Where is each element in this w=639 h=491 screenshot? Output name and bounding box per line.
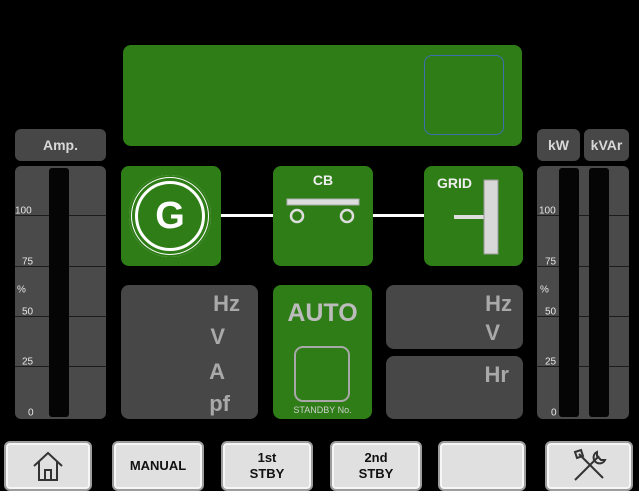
amp-tick-0: 0 [28,407,34,419]
circuit-breaker-box[interactable]: CB [273,166,373,266]
standby-number-display [294,346,350,402]
generator-symbol: G [135,181,205,251]
tools-button[interactable] [545,441,633,491]
amp-percent: % [17,284,26,296]
power-tick-50: 50 [545,306,557,318]
first-standby-line1: 1st [257,450,277,465]
second-standby-line2: STBY [358,466,394,481]
mode-label: AUTO [287,298,358,327]
hours-unit: Hr [484,362,509,387]
power-tick-100: 100 [539,205,556,217]
grid-box[interactable]: GRID [424,166,523,266]
hours-panel: Hr [386,356,523,419]
amp-header: Amp. [15,129,106,161]
grid-v-unit: V [485,320,500,345]
blank-button[interactable] [438,441,526,491]
power-tick-0: 0 [551,407,557,419]
kvar-bar [589,168,609,417]
gen-pf-unit: pf [209,391,230,416]
first-standby-button[interactable]: 1st STBY [221,441,313,491]
amp-tick-25: 25 [22,356,34,368]
grid-hz-unit: Hz [485,291,512,316]
breaker-icon [286,198,360,224]
grid-readings-panel: Hz V [386,285,523,349]
cb-label: CB [312,172,334,188]
mode-panel[interactable]: AUTO STANDBY No. [273,285,372,419]
gen-a-unit: A [209,359,225,384]
amp-tick-50: 50 [22,306,34,318]
generator-readings-panel: Hz V A pf [121,285,258,419]
amp-bar [49,168,69,417]
top-display [123,45,522,146]
tools-icon [573,448,607,481]
power-percent: % [540,284,549,296]
manual-button[interactable]: MANUAL [112,441,204,491]
kvar-header: kVAr [584,129,629,161]
top-display-square [424,55,504,135]
gen-v-unit: V [210,324,225,349]
cb-to-grid-line [371,214,427,217]
power-tick-25: 25 [545,356,557,368]
first-standby-line2: STBY [249,466,285,481]
second-standby-line1: 2nd [364,450,388,465]
amp-tick-100: 100 [15,205,32,217]
gen-to-cb-line [219,214,275,217]
kw-bar [559,168,579,417]
power-tick-75: 75 [545,256,557,268]
second-standby-button[interactable]: 2nd STBY [330,441,422,491]
amp-tick-75: 75 [22,256,34,268]
home-button[interactable] [4,441,92,491]
generator-icon: G [129,175,211,257]
generator-box[interactable]: G [121,166,221,266]
kw-header: kW [537,129,580,161]
grid-busbar-icon [454,179,499,255]
amp-meter [15,166,106,419]
home-icon [33,451,63,481]
gen-hz-unit: Hz [213,291,240,316]
standby-label: STANDBY No. [293,405,352,415]
power-meter [537,166,629,419]
